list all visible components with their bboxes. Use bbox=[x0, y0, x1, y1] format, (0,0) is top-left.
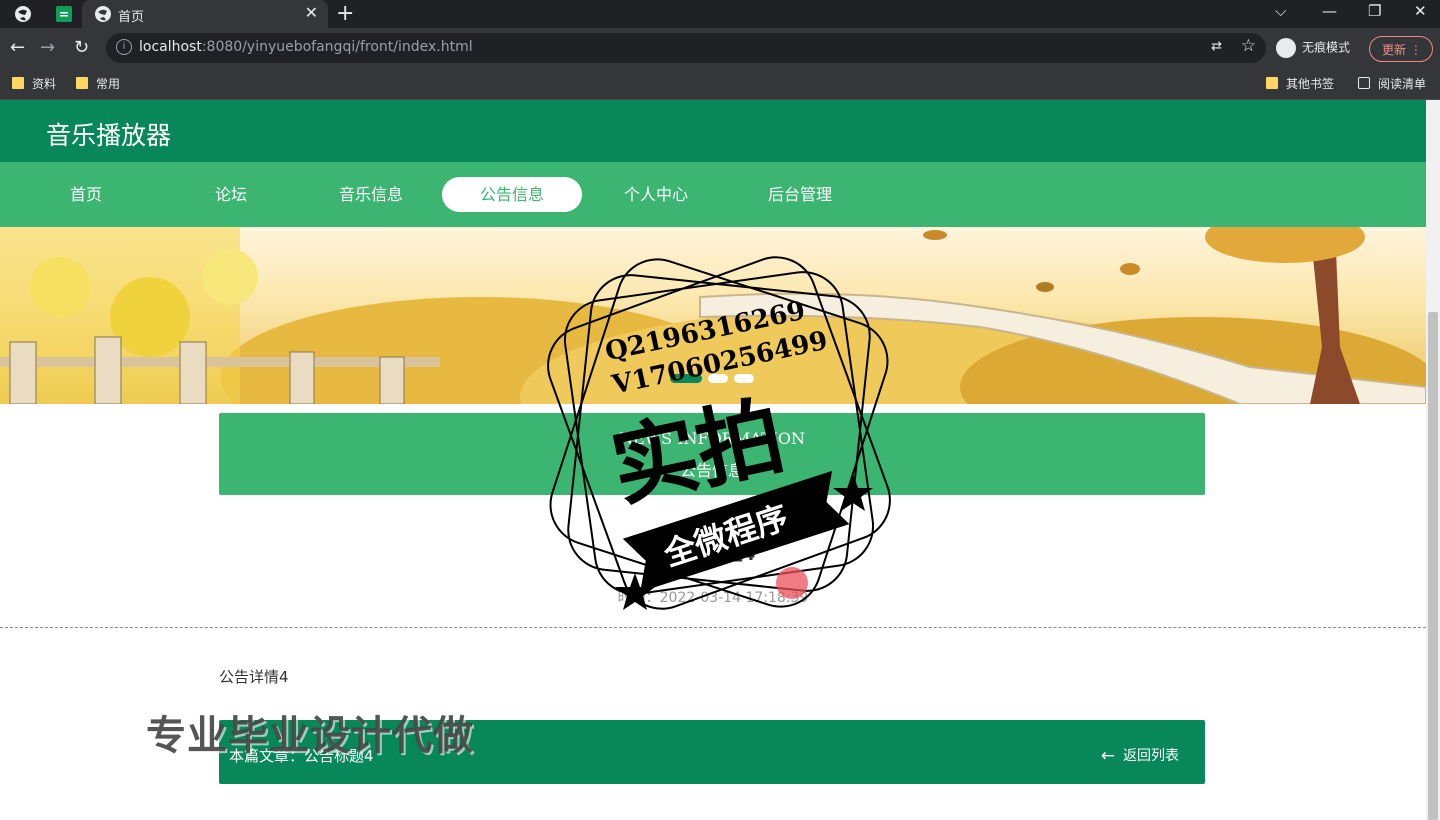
translate-icon[interactable]: ⇄ bbox=[1211, 39, 1222, 54]
other-bookmarks-label: 其他书签 bbox=[1286, 77, 1335, 91]
page-viewport: 音乐播放器 首页 论坛 音乐信息 公告信息 个人中心 后台管理 NEWS INF… bbox=[0, 100, 1440, 820]
other-bookmarks[interactable]: 其他书签 bbox=[1266, 75, 1334, 92]
bookmark-folder-changyong[interactable]: 常用 bbox=[76, 75, 120, 92]
reading-list-label: 阅读清单 bbox=[1378, 77, 1427, 91]
folder-icon bbox=[1266, 77, 1278, 89]
browser-toolbar: ← → ↻ i localhost:8080/yinyuebofangqi/fr… bbox=[0, 28, 1440, 68]
folder-icon bbox=[76, 77, 88, 89]
watermark-stamp: Q2196316269 V17060256499 实拍 全微程序 bbox=[547, 256, 891, 610]
restore-icon[interactable]: ❐ bbox=[1368, 2, 1381, 20]
tab-title: 首页 bbox=[118, 10, 145, 25]
scrollbar-thumb[interactable] bbox=[1428, 312, 1438, 820]
minimize-icon[interactable]: — bbox=[1322, 2, 1337, 20]
browser-tab-bar: 首页 ✕ + ⌵ — ❐ ✕ bbox=[0, 0, 1440, 28]
app-icon[interactable] bbox=[55, 5, 73, 23]
nav-personal-center[interactable]: 个人中心 bbox=[586, 177, 726, 212]
main-nav: 首页 论坛 音乐信息 公告信息 个人中心 后台管理 bbox=[0, 162, 1426, 227]
close-window-icon[interactable]: ✕ bbox=[1414, 2, 1427, 20]
bookmarks-bar: 资料 常用 其他书签 阅读清单 bbox=[0, 68, 1440, 100]
globe-icon bbox=[95, 6, 111, 22]
bookmark-label: 资料 bbox=[32, 77, 57, 91]
cursor-indicator bbox=[776, 567, 808, 599]
site-info-icon[interactable]: i bbox=[116, 39, 132, 55]
browser-tab-active[interactable]: 首页 ✕ bbox=[82, 0, 328, 28]
reading-list[interactable]: 阅读清单 bbox=[1358, 75, 1426, 92]
incognito-icon bbox=[1276, 38, 1296, 58]
arrow-left-icon: ← bbox=[1100, 746, 1115, 766]
nav-music-info[interactable]: 音乐信息 bbox=[301, 177, 441, 212]
incognito-indicator[interactable]: 无痕模式 bbox=[1276, 38, 1350, 58]
reload-icon[interactable]: ↻ bbox=[74, 37, 89, 58]
back-to-list-label: 返回列表 bbox=[1123, 748, 1179, 764]
bookmark-star-icon[interactable]: ☆ bbox=[1241, 36, 1256, 56]
new-tab-button[interactable]: + bbox=[336, 1, 354, 26]
nav-home[interactable]: 首页 bbox=[16, 177, 156, 212]
bookmark-label: 常用 bbox=[96, 77, 121, 91]
nav-announcements[interactable]: 公告信息 bbox=[442, 177, 582, 212]
incognito-label: 无痕模式 bbox=[1302, 40, 1351, 55]
update-label: 更新 bbox=[1382, 43, 1407, 57]
forward-icon[interactable]: → bbox=[40, 37, 55, 58]
back-to-list-button[interactable]: ← 返回列表 bbox=[1101, 745, 1179, 766]
url-text[interactable]: localhost:8080/yinyuebofangqi/front/inde… bbox=[139, 39, 473, 55]
url-host: localhost bbox=[139, 39, 202, 55]
site-header: 音乐播放器 bbox=[0, 100, 1426, 162]
tab-search-icon[interactable]: ⌵ bbox=[1275, 2, 1286, 20]
reading-list-icon bbox=[1358, 77, 1370, 89]
nav-forum[interactable]: 论坛 bbox=[161, 177, 301, 212]
globe-icon[interactable] bbox=[14, 5, 32, 23]
nav-admin[interactable]: 后台管理 bbox=[730, 177, 870, 212]
address-bar[interactable]: i localhost:8080/yinyuebofangqi/front/in… bbox=[106, 33, 1266, 63]
site-title: 音乐播放器 bbox=[46, 121, 172, 150]
news-content: 公告详情4 bbox=[219, 668, 289, 686]
watermark-bottom-text: 专业毕业设计代做 bbox=[146, 713, 474, 759]
update-button[interactable]: 更新 ⋮ bbox=[1369, 36, 1433, 62]
scrollbar[interactable] bbox=[1426, 100, 1440, 820]
url-path: :8080/yinyuebofangqi/front/index.html bbox=[201, 39, 473, 55]
close-tab-icon[interactable]: ✕ bbox=[305, 3, 318, 22]
folder-icon bbox=[12, 77, 24, 89]
bookmark-folder-ziliao[interactable]: 资料 bbox=[12, 75, 56, 92]
back-icon[interactable]: ← bbox=[10, 37, 25, 58]
